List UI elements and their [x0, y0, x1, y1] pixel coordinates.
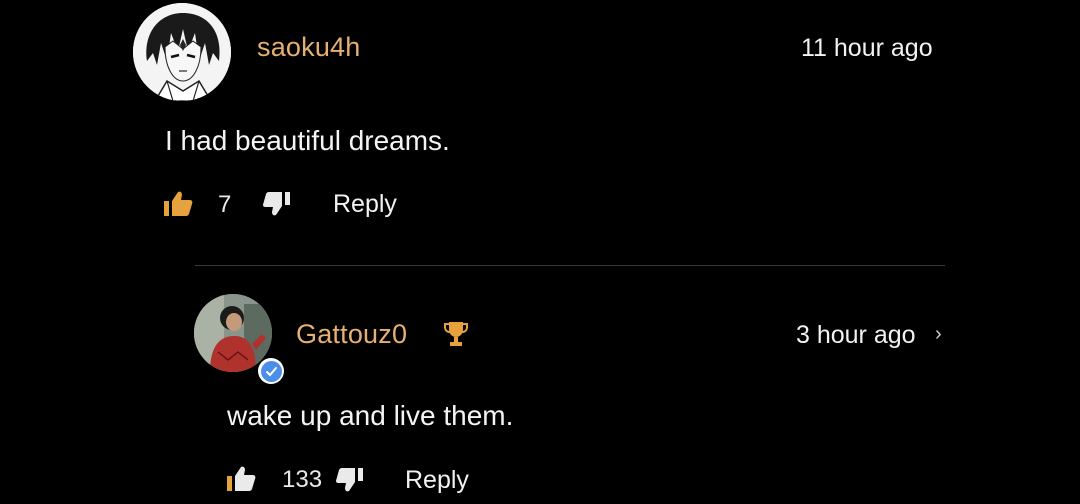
dislike-button[interactable]	[263, 191, 291, 217]
comment-text: I had beautiful dreams.	[165, 125, 450, 156]
thumbs-up-icon	[164, 191, 193, 216]
comment-username[interactable]: saoku4h	[257, 32, 360, 63]
chevron-right-icon[interactable]: ›	[935, 323, 942, 346]
avatar-photo-image	[194, 294, 272, 372]
comment-timestamp: 11 hour ago	[801, 34, 933, 62]
reply-like-count: 133	[282, 466, 323, 493]
reply-timestamp: 3 hour ago	[796, 321, 916, 349]
thumbs-up-icon	[227, 466, 256, 491]
verified-badge-icon	[258, 358, 284, 384]
reply-avatar[interactable]	[194, 294, 272, 372]
trophy-icon	[443, 320, 469, 348]
reply-like-button[interactable]	[226, 465, 256, 493]
reply-text: wake up and live them.	[227, 400, 514, 431]
like-count: 7	[218, 191, 232, 218]
thumbs-down-icon	[263, 192, 290, 216]
reply-username[interactable]: Gattouz0	[296, 319, 407, 350]
avatar[interactable]	[133, 3, 231, 101]
avatar-anime-image	[133, 3, 231, 101]
reply-reply-button[interactable]: Reply	[405, 466, 469, 495]
divider	[195, 265, 945, 266]
reply-dislike-button[interactable]	[336, 467, 364, 493]
reply-button[interactable]: Reply	[333, 190, 397, 219]
comment-thread: saoku4h 11 hour ago I had beautiful drea…	[0, 0, 1080, 504]
thumbs-down-icon	[336, 468, 363, 492]
like-button[interactable]	[163, 190, 193, 218]
